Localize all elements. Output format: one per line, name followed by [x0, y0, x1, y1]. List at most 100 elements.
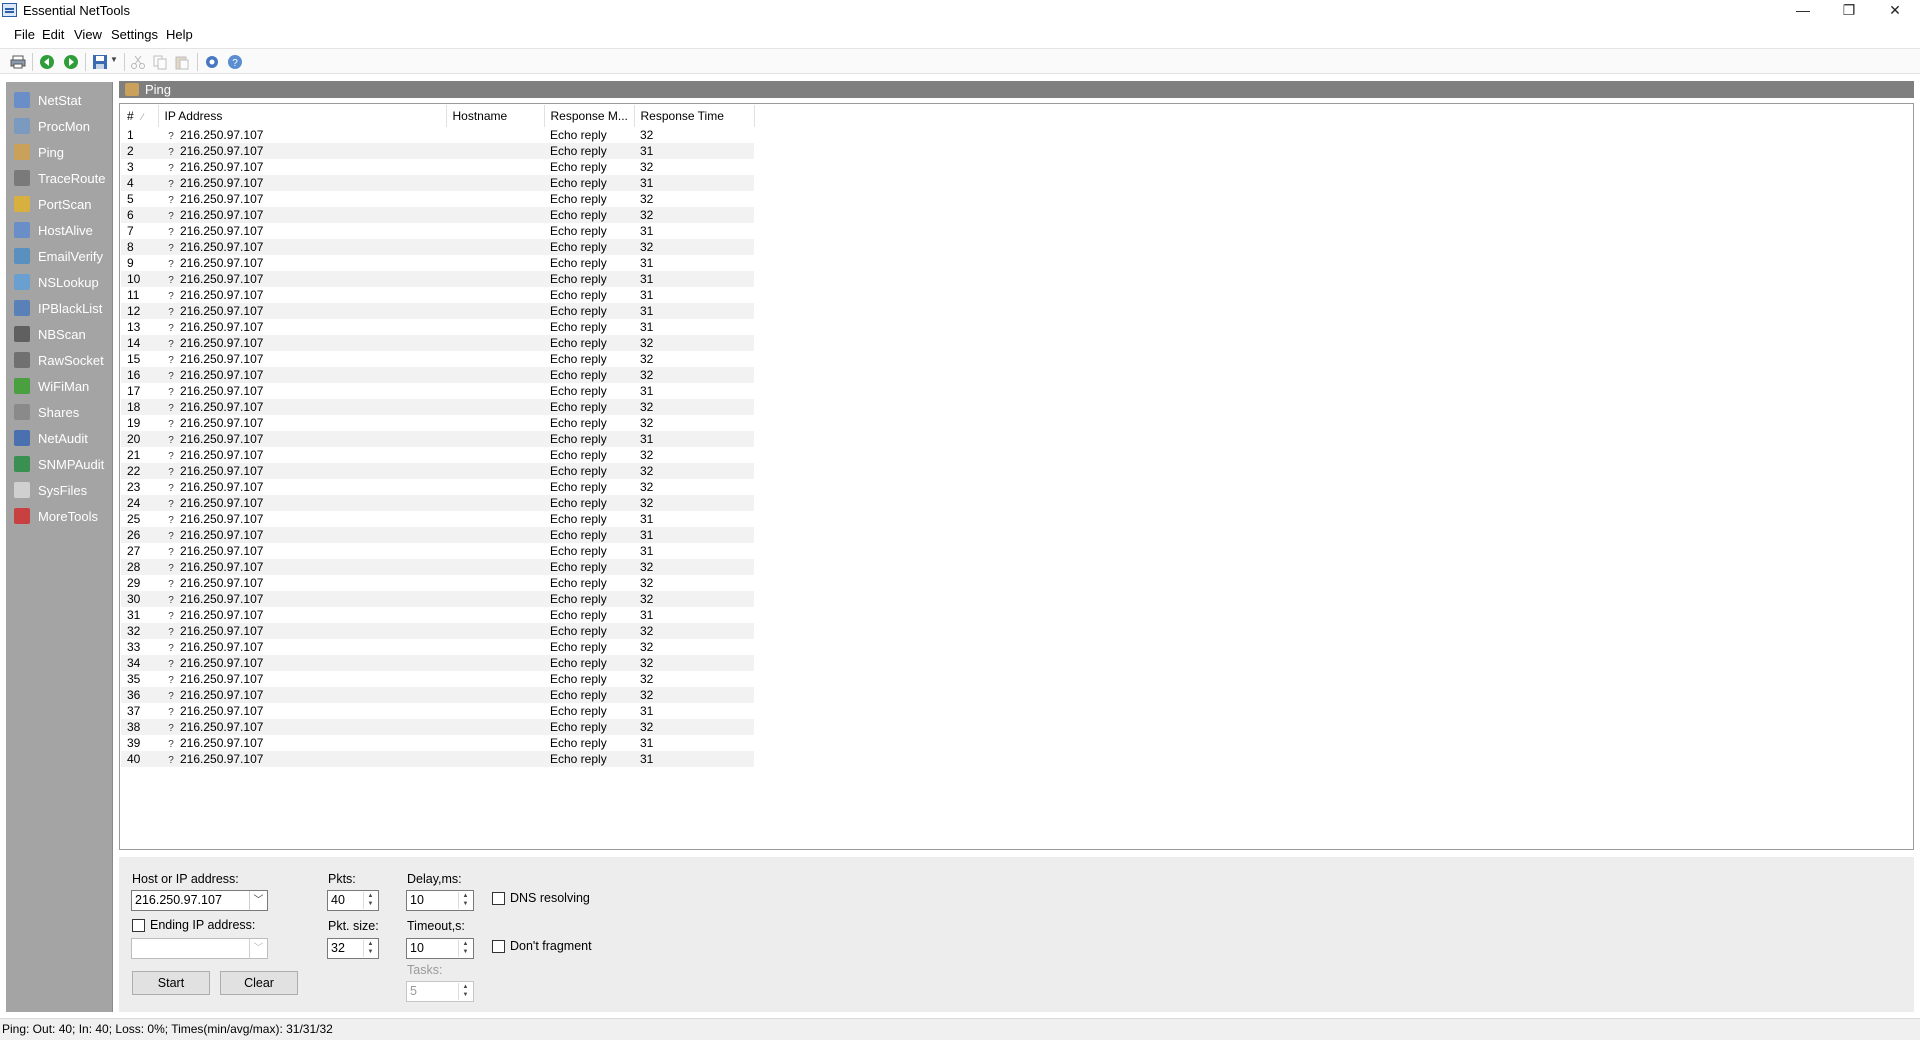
- close-button[interactable]: ✕: [1872, 0, 1918, 22]
- table-row[interactable]: 7 ? 216.250.97.107 Echo reply 31: [121, 223, 754, 239]
- sidebar-item-emailverify[interactable]: EmailVerify: [6, 244, 113, 268]
- sidebar-item-hostalive[interactable]: HostAlive: [6, 218, 113, 242]
- table-row[interactable]: 8? 216.250.97.107 Echo reply 32: [121, 239, 754, 255]
- sidebar-item-nslookup[interactable]: NSLookup: [6, 270, 113, 294]
- table-row[interactable]: 36? 216.250.97.107 Echo reply 32: [121, 687, 754, 703]
- table-row[interactable]: 2? 216.250.97.107 Echo reply 31: [121, 143, 754, 159]
- table-row[interactable]: 19 ? 216.250.97.107 Echo reply 32: [121, 415, 754, 431]
- table-row[interactable]: 1 ? 216.250.97.107 Echo reply 32: [121, 127, 754, 143]
- ending-ip-input[interactable]: ﹀: [131, 938, 268, 959]
- results-list[interactable]: # ⁄ IP Address Hostname Response M... Res…: [119, 103, 1914, 850]
- menu-settings[interactable]: Settings: [111, 27, 158, 42]
- pkts-stepper[interactable]: 40 ▲ ▼: [327, 890, 379, 911]
- print-icon[interactable]: [10, 54, 26, 70]
- column-header-response-time[interactable]: Response Time: [634, 105, 755, 127]
- stepper-arrows-icon[interactable]: ▲ ▼: [458, 940, 472, 957]
- table-row[interactable]: 12? 216.250.97.107 Echo reply 31: [121, 303, 754, 319]
- table-row[interactable]: 24? 216.250.97.107 Echo reply 32: [121, 495, 754, 511]
- sidebar-item-ping[interactable]: Ping: [6, 140, 113, 164]
- pkt-size-stepper[interactable]: 32 ▲ ▼: [327, 938, 379, 959]
- table-row[interactable]: 30? 216.250.97.107 Echo reply 32: [121, 591, 754, 607]
- delay-stepper[interactable]: 10 ▲ ▼: [406, 890, 474, 911]
- table-row[interactable]: 37 ? 216.250.97.107 Echo reply 31: [121, 703, 754, 719]
- column-header-ip[interactable]: IP Address: [158, 105, 447, 127]
- minimize-button[interactable]: —: [1780, 0, 1826, 22]
- menu-edit[interactable]: Edit: [42, 27, 64, 42]
- table-row[interactable]: 10? 216.250.97.107 Echo reply 31: [121, 271, 754, 287]
- sidebar-item-portscan[interactable]: PortScan: [6, 192, 113, 216]
- sidebar-item-procmon[interactable]: ProcMon: [6, 114, 113, 138]
- copy-icon[interactable]: [152, 54, 168, 70]
- table-row[interactable]: 18? 216.250.97.107 Echo reply 32: [121, 399, 754, 415]
- sidebar-item-nbscan[interactable]: NBScan: [6, 322, 113, 346]
- table-row[interactable]: 4? 216.250.97.107 Echo reply 31: [121, 175, 754, 191]
- ending-ip-checkbox[interactable]: [132, 919, 145, 932]
- tasks-stepper[interactable]: 5 ▲ ▼: [406, 981, 474, 1002]
- table-row[interactable]: 14? 216.250.97.107 Echo reply 32: [121, 335, 754, 351]
- table-row[interactable]: 20? 216.250.97.107 Echo reply 31: [121, 431, 754, 447]
- save-dropdown-icon[interactable]: ▼: [110, 55, 118, 64]
- maximize-button[interactable]: ❐: [1826, 0, 1872, 22]
- sidebar-item-snmpaudit[interactable]: SNMPAudit: [6, 452, 113, 476]
- help-icon[interactable]: ?: [227, 54, 243, 70]
- sidebar-item-wifiman[interactable]: WiFiMan: [6, 374, 113, 398]
- save-icon[interactable]: [92, 54, 108, 70]
- stepper-arrows-icon[interactable]: ▲ ▼: [363, 940, 377, 957]
- sidebar-item-ipblacklist[interactable]: IPBlackList: [6, 296, 113, 320]
- table-row[interactable]: 38? 216.250.97.107 Echo reply 32: [121, 719, 754, 735]
- stepper-arrows-icon[interactable]: ▲ ▼: [458, 983, 472, 1000]
- forward-icon[interactable]: [63, 54, 79, 70]
- table-row[interactable]: 26? 216.250.97.107 Echo reply 31: [121, 527, 754, 543]
- start-button[interactable]: Start: [132, 971, 210, 995]
- cut-icon[interactable]: [130, 54, 146, 70]
- host-input[interactable]: 216.250.97.107 ﹀: [131, 890, 268, 911]
- table-row[interactable]: 29 ? 216.250.97.107 Echo reply 32: [121, 575, 754, 591]
- table-row[interactable]: 39 ? 216.250.97.107 Echo reply 31: [121, 735, 754, 751]
- table-row[interactable]: 5 ? 216.250.97.107 Echo reply 32: [121, 191, 754, 207]
- back-icon[interactable]: [39, 54, 55, 70]
- stepper-arrows-icon[interactable]: ▲ ▼: [458, 892, 472, 909]
- table-row[interactable]: 15 ? 216.250.97.107 Echo reply 32: [121, 351, 754, 367]
- sidebar-item-sysfiles[interactable]: SysFiles: [6, 478, 113, 502]
- table-row[interactable]: 21 ? 216.250.97.107 Echo reply 32: [121, 447, 754, 463]
- column-header-hostname[interactable]: Hostname: [446, 105, 545, 127]
- clear-button[interactable]: Clear: [220, 971, 298, 995]
- menu-help[interactable]: Help: [166, 27, 193, 42]
- table-row[interactable]: 13 ? 216.250.97.107 Echo reply 31: [121, 319, 754, 335]
- menu-view[interactable]: View: [74, 27, 102, 42]
- dns-resolving-checkbox[interactable]: [492, 892, 505, 905]
- table-row[interactable]: 40? 216.250.97.107 Echo reply 31: [121, 751, 754, 767]
- chevron-down-icon[interactable]: ﹀: [249, 939, 267, 958]
- table-row[interactable]: 33 ? 216.250.97.107 Echo reply 32: [121, 639, 754, 655]
- table-row[interactable]: 23 ? 216.250.97.107 Echo reply 32: [121, 479, 754, 495]
- table-row[interactable]: 34? 216.250.97.107 Echo reply 32: [121, 655, 754, 671]
- table-row[interactable]: 35 ? 216.250.97.107 Echo reply 32: [121, 671, 754, 687]
- column-header-number[interactable]: # ⁄: [121, 105, 159, 127]
- sidebar-item-moretools[interactable]: MoreTools: [6, 504, 113, 528]
- sidebar-item-shares[interactable]: Shares: [6, 400, 113, 424]
- timeout-stepper[interactable]: 10 ▲ ▼: [406, 938, 474, 959]
- table-row[interactable]: 27 ? 216.250.97.107 Echo reply 31: [121, 543, 754, 559]
- table-row[interactable]: 17 ? 216.250.97.107 Echo reply 31: [121, 383, 754, 399]
- table-row[interactable]: 32? 216.250.97.107 Echo reply 32: [121, 623, 754, 639]
- chevron-down-icon[interactable]: ﹀: [249, 891, 267, 910]
- dont-fragment-checkbox[interactable]: [492, 940, 505, 953]
- table-row[interactable]: 31 ? 216.250.97.107 Echo reply 31: [121, 607, 754, 623]
- table-row[interactable]: 28? 216.250.97.107 Echo reply 32: [121, 559, 754, 575]
- paste-icon[interactable]: [174, 54, 190, 70]
- sidebar-item-netstat[interactable]: NetStat: [6, 88, 113, 112]
- menu-file[interactable]: File: [14, 27, 35, 42]
- table-row[interactable]: 9 ? 216.250.97.107 Echo reply 31: [121, 255, 754, 271]
- table-row[interactable]: 25 ? 216.250.97.107 Echo reply 31: [121, 511, 754, 527]
- column-header-response-message[interactable]: Response M...: [544, 105, 635, 127]
- table-row[interactable]: 6? 216.250.97.107 Echo reply 32: [121, 207, 754, 223]
- stepper-arrows-icon[interactable]: ▲ ▼: [363, 892, 377, 909]
- sidebar-item-rawsocket[interactable]: RawSocket: [6, 348, 113, 372]
- table-row[interactable]: 11 ? 216.250.97.107 Echo reply 31: [121, 287, 754, 303]
- settings-icon[interactable]: [204, 54, 220, 70]
- table-row[interactable]: 22? 216.250.97.107 Echo reply 32: [121, 463, 754, 479]
- sidebar-item-netaudit[interactable]: NetAudit: [6, 426, 113, 450]
- sidebar-item-traceroute[interactable]: TraceRoute: [6, 166, 113, 190]
- table-row[interactable]: 16? 216.250.97.107 Echo reply 32: [121, 367, 754, 383]
- table-row[interactable]: 3 ? 216.250.97.107 Echo reply 32: [121, 159, 754, 175]
